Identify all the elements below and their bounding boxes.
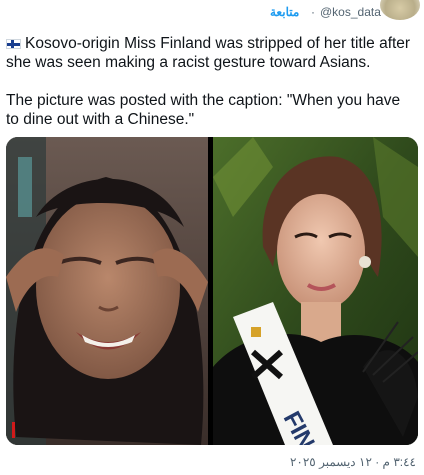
tweet-paragraph-1: Kosovo-origin Miss Finland was stripped … [6,34,416,72]
tweet-media[interactable]: FIN [6,137,418,445]
tweet-line-1: Kosovo-origin Miss Finland was stripped … [6,35,411,71]
tweet-header: متابعة · @kos_data [0,0,424,26]
avatar[interactable] [380,0,420,20]
tweet-paragraph-2: The picture was posted with the caption:… [6,92,401,128]
tweet-text: Kosovo-origin Miss Finland was stripped … [6,34,416,129]
user-handle[interactable]: @kos_data [320,5,381,19]
separator-dot: · [311,5,315,19]
woman-gesture-image [6,137,208,445]
follow-button[interactable]: متابعة [270,5,299,19]
right-photo[interactable]: FIN [213,137,418,445]
left-photo[interactable] [6,137,208,445]
finland-flag-icon [6,39,21,49]
miss-finland-portrait: FIN [213,137,418,445]
tweet-timestamp[interactable]: ٣:٤٤ م · ١٢ ديسمبر ٢٠٢٥ [290,455,416,469]
